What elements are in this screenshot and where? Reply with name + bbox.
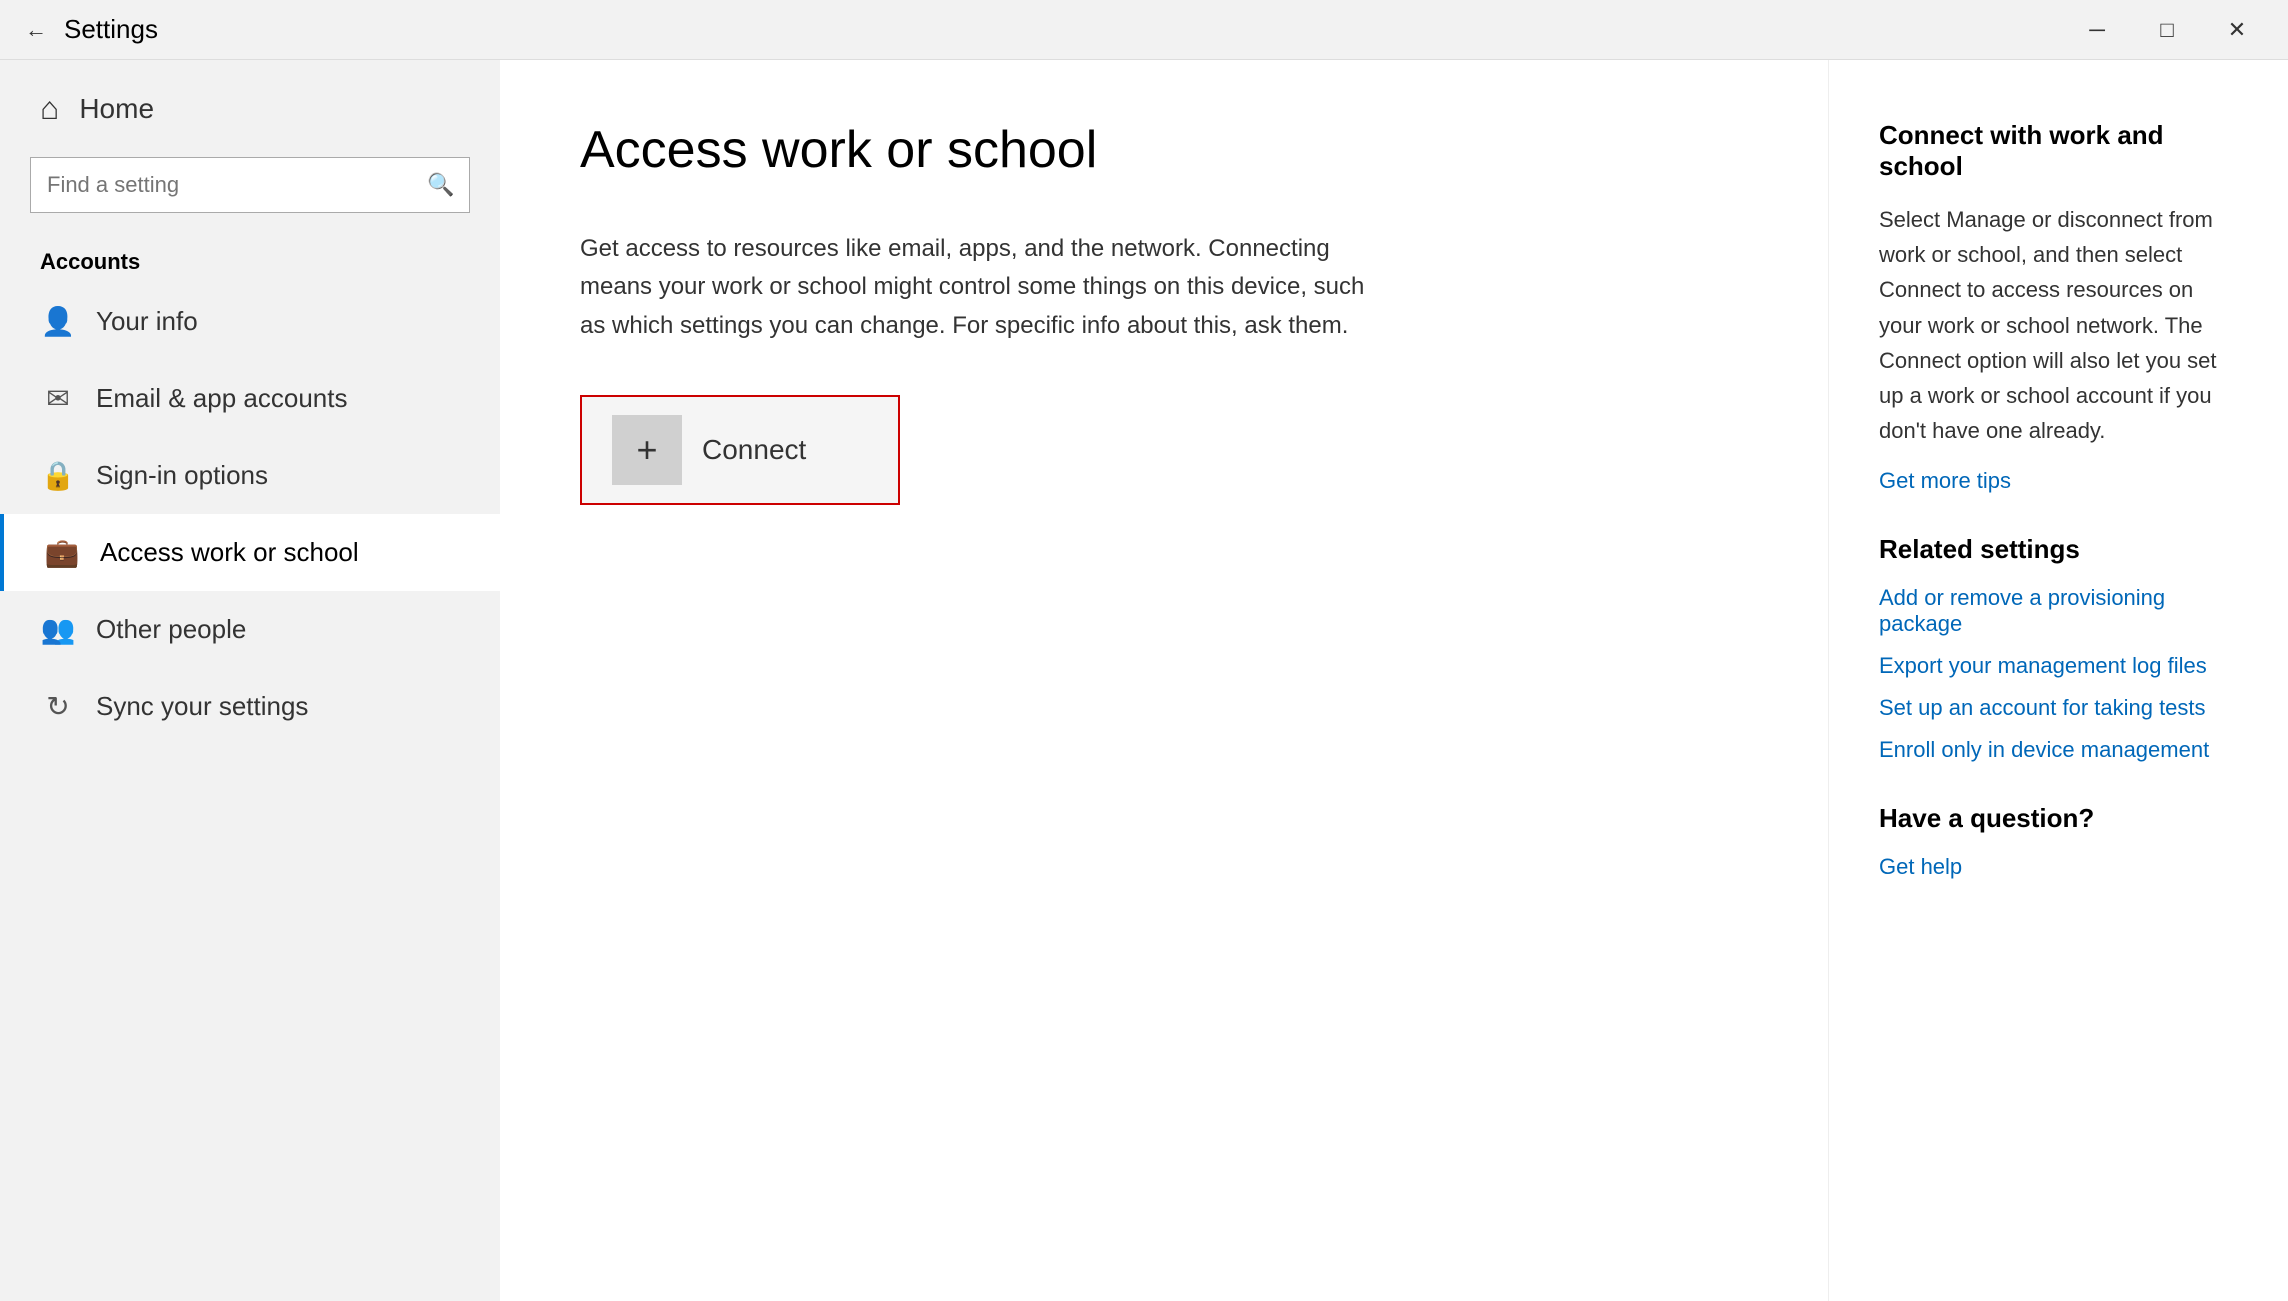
sidebar-item-sync-settings[interactable]: ↻ Sync your settings (0, 668, 500, 745)
sidebar-item-access-work[interactable]: 💼 Access work or school (0, 514, 500, 591)
window-controls: ─ □ ✕ (2062, 0, 2272, 60)
sidebar-item-label: Access work or school (100, 537, 359, 568)
get-help-link[interactable]: Get help (1879, 854, 2238, 880)
back-button[interactable]: ← (16, 10, 56, 50)
sync-icon: ↻ (40, 690, 76, 723)
home-label: Home (79, 93, 154, 125)
export-logs-link[interactable]: Export your management log files (1879, 653, 2238, 679)
sidebar-item-label: Your info (96, 306, 198, 337)
maximize-button[interactable]: □ (2132, 0, 2202, 60)
home-icon: ⌂ (40, 90, 59, 127)
get-more-tips-link[interactable]: Get more tips (1879, 468, 2238, 494)
enroll-device-link[interactable]: Enroll only in device management (1879, 737, 2238, 763)
search-box: 🔍 (30, 157, 470, 213)
sidebar-home[interactable]: ⌂ Home (0, 60, 500, 157)
have-question-title: Have a question? (1879, 803, 2238, 834)
sidebar-item-label: Email & app accounts (96, 383, 347, 414)
search-input[interactable] (31, 172, 413, 198)
page-title: Access work or school (580, 120, 1748, 180)
main-container: ⌂ Home 🔍 Accounts 👤 Your info ✉ Email & … (0, 60, 2288, 1301)
minimize-button[interactable]: ─ (2062, 0, 2132, 60)
briefcase-icon: 💼 (44, 536, 80, 569)
sidebar-item-other-people[interactable]: 👥 Other people (0, 591, 500, 668)
connect-button[interactable]: + Connect (580, 395, 900, 505)
sidebar-item-your-info[interactable]: 👤 Your info (0, 283, 500, 360)
section-label: Accounts (0, 233, 500, 283)
content-area: Access work or school Get access to reso… (500, 60, 1828, 1301)
provisioning-link[interactable]: Add or remove a provisioning package (1879, 585, 2238, 637)
titlebar: ← Settings ─ □ ✕ (0, 0, 2288, 60)
app-title: Settings (64, 14, 158, 45)
sidebar-item-label: Sync your settings (96, 691, 308, 722)
connect-label: Connect (702, 434, 806, 466)
sign-in-icon: 🔒 (40, 459, 76, 492)
sidebar-item-sign-in[interactable]: 🔒 Sign-in options (0, 437, 500, 514)
search-icon[interactable]: 🔍 (413, 157, 469, 213)
people-icon: 👥 (40, 613, 76, 646)
email-icon: ✉ (40, 382, 76, 415)
your-info-icon: 👤 (40, 305, 76, 338)
related-settings-title: Related settings (1879, 534, 2238, 565)
sidebar-item-email-accounts[interactable]: ✉ Email & app accounts (0, 360, 500, 437)
description-text: Get access to resources like email, apps… (580, 230, 1380, 345)
sidebar: ⌂ Home 🔍 Accounts 👤 Your info ✉ Email & … (0, 60, 500, 1301)
connect-plus-icon: + (612, 415, 682, 485)
connect-section-title: Connect with work and school (1879, 120, 2238, 182)
account-tests-link[interactable]: Set up an account for taking tests (1879, 695, 2238, 721)
sidebar-item-label: Sign-in options (96, 460, 268, 491)
close-button[interactable]: ✕ (2202, 0, 2272, 60)
connect-section-text: Select Manage or disconnect from work or… (1879, 202, 2238, 448)
sidebar-item-label: Other people (96, 614, 246, 645)
right-panel: Connect with work and school Select Mana… (1828, 60, 2288, 1301)
